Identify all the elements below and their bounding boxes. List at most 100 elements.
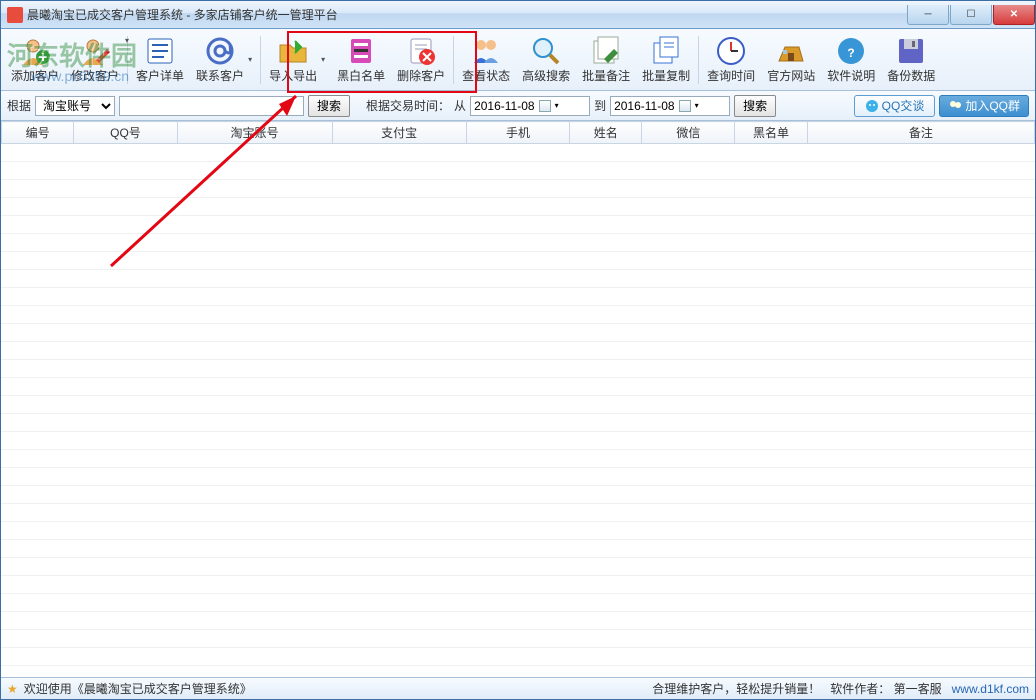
adv-search-icon xyxy=(530,35,562,67)
status-slogan: 合理维护客户，轻松提升销量！ xyxy=(652,680,820,697)
toolbar-bw-list[interactable]: 黑白名单 xyxy=(331,32,391,88)
table-row[interactable] xyxy=(1,414,1035,432)
toolbar-label: 查看状态 xyxy=(462,67,510,84)
toolbar-website[interactable]: 官方网站 xyxy=(761,32,821,88)
toolbar-at[interactable]: 联系客户 xyxy=(190,32,250,88)
search-button-1[interactable]: 搜索 xyxy=(308,95,350,117)
table-row[interactable] xyxy=(1,594,1035,612)
table-row[interactable] xyxy=(1,360,1035,378)
table-body[interactable] xyxy=(1,144,1035,677)
column-header[interactable]: 备注 xyxy=(807,122,1034,144)
table-row[interactable] xyxy=(1,540,1035,558)
table-row[interactable] xyxy=(1,234,1035,252)
column-header[interactable]: 手机 xyxy=(466,122,569,144)
toolbar-separator xyxy=(698,36,699,84)
table-row[interactable] xyxy=(1,378,1035,396)
qq-icon xyxy=(865,99,879,113)
maximize-icon: ☐ xyxy=(967,9,976,20)
minimize-button[interactable]: ─ xyxy=(907,5,949,25)
column-header[interactable]: 支付宝 xyxy=(332,122,466,144)
backup-icon xyxy=(895,35,927,67)
toolbar-label: 联系客户 xyxy=(196,67,244,84)
batch-note-icon xyxy=(590,35,622,67)
toolbar-batch-note[interactable]: 批量备注 xyxy=(576,32,636,88)
detail-icon xyxy=(144,35,176,67)
filter-field-select[interactable]: 淘宝账号 xyxy=(35,96,115,116)
batch-copy-icon xyxy=(650,35,682,67)
website-link[interactable]: www.d1kf.com xyxy=(952,682,1029,696)
toolbar-add-user[interactable]: 添加客户 xyxy=(5,32,65,88)
toolbar-detail[interactable]: 客户详单 xyxy=(130,32,190,88)
column-header[interactable]: 姓名 xyxy=(570,122,642,144)
table-row[interactable] xyxy=(1,162,1035,180)
svg-text:?: ? xyxy=(848,46,855,60)
date-from-input[interactable]: 2016-11-08 ▾ xyxy=(470,96,590,116)
table-row[interactable] xyxy=(1,270,1035,288)
date-to-input[interactable]: 2016-11-08 ▾ xyxy=(610,96,730,116)
toolbar-batch-copy[interactable]: 批量复制 xyxy=(636,32,696,88)
search-button-2[interactable]: 搜索 xyxy=(734,95,776,117)
toolbar-label: 添加客户 xyxy=(11,67,59,84)
column-header[interactable]: 微信 xyxy=(642,122,735,144)
column-header[interactable]: 黑名单 xyxy=(735,122,807,144)
table-row[interactable] xyxy=(1,522,1035,540)
maximize-button[interactable]: ☐ xyxy=(950,5,992,25)
table-row[interactable] xyxy=(1,558,1035,576)
toolbar-backup[interactable]: 备份数据 xyxy=(881,32,941,88)
table-row[interactable] xyxy=(1,648,1035,666)
star-icon: ★ xyxy=(7,682,18,696)
table-row[interactable] xyxy=(1,432,1035,450)
filter-bar: 根据 淘宝账号 搜索 根据交易时间： 从 2016-11-08 ▾ 到 2016… xyxy=(1,91,1035,121)
qq-chat-button[interactable]: QQ交谈 xyxy=(854,95,936,117)
table-row[interactable] xyxy=(1,468,1035,486)
toolbar-edit-user[interactable]: 修改客户 xyxy=(65,32,125,88)
table-row[interactable] xyxy=(1,504,1035,522)
chevron-down-icon: ▾ xyxy=(555,101,559,110)
add-user-icon xyxy=(19,35,51,67)
titlebar: 晨曦淘宝已成交客户管理系统 - 多家店铺客户统一管理平台 ─ ☐ ✕ xyxy=(1,1,1035,29)
table-row[interactable] xyxy=(1,576,1035,594)
column-header[interactable]: QQ号 xyxy=(74,122,177,144)
toolbar-label: 批量备注 xyxy=(582,67,630,84)
table-row[interactable] xyxy=(1,180,1035,198)
status-welcome: 欢迎使用《晨曦淘宝已成交客户管理系统》 xyxy=(24,680,252,697)
chevron-down-icon: ▾ xyxy=(695,101,699,110)
filter-basis-label: 根据 xyxy=(7,97,31,114)
table-row[interactable] xyxy=(1,486,1035,504)
table-row[interactable] xyxy=(1,612,1035,630)
search-input[interactable] xyxy=(119,96,304,116)
table-row[interactable] xyxy=(1,252,1035,270)
toolbar-label: 官方网站 xyxy=(767,67,815,84)
table-row[interactable] xyxy=(1,198,1035,216)
table-row[interactable] xyxy=(1,342,1035,360)
qq-join-button[interactable]: 加入QQ群 xyxy=(939,95,1029,117)
minimize-icon: ─ xyxy=(924,9,931,20)
close-button[interactable]: ✕ xyxy=(993,5,1035,25)
to-label: 到 xyxy=(594,97,606,114)
toolbar-adv-search[interactable]: 高级搜索 xyxy=(516,32,576,88)
toolbar-clock[interactable]: 查询时间 xyxy=(701,32,761,88)
table-header: 编号QQ号淘宝账号支付宝手机姓名微信黑名单备注 xyxy=(1,121,1035,144)
table-row[interactable] xyxy=(1,216,1035,234)
table-row[interactable] xyxy=(1,630,1035,648)
column-header[interactable]: 编号 xyxy=(2,122,74,144)
app-window: 晨曦淘宝已成交客户管理系统 - 多家店铺客户统一管理平台 ─ ☐ ✕ 添加客户修… xyxy=(0,0,1036,700)
table-row[interactable] xyxy=(1,144,1035,162)
app-icon xyxy=(7,7,23,23)
table-row[interactable] xyxy=(1,288,1035,306)
view-status-icon xyxy=(470,35,502,67)
toolbar-view-status[interactable]: 查看状态 xyxy=(456,32,516,88)
column-header[interactable]: 淘宝账号 xyxy=(177,122,332,144)
toolbar-help[interactable]: ?软件说明 xyxy=(821,32,881,88)
toolbar-folder-io[interactable]: 导入导出 xyxy=(263,32,323,88)
table-row[interactable] xyxy=(1,306,1035,324)
data-table[interactable]: 编号QQ号淘宝账号支付宝手机姓名微信黑名单备注 xyxy=(1,121,1035,677)
toolbar-delete[interactable]: 删除客户 xyxy=(391,32,451,88)
table-row[interactable] xyxy=(1,666,1035,677)
close-icon: ✕ xyxy=(1010,9,1018,20)
table-row[interactable] xyxy=(1,324,1035,342)
delete-icon xyxy=(405,35,437,67)
website-icon xyxy=(775,35,807,67)
table-row[interactable] xyxy=(1,450,1035,468)
table-row[interactable] xyxy=(1,396,1035,414)
